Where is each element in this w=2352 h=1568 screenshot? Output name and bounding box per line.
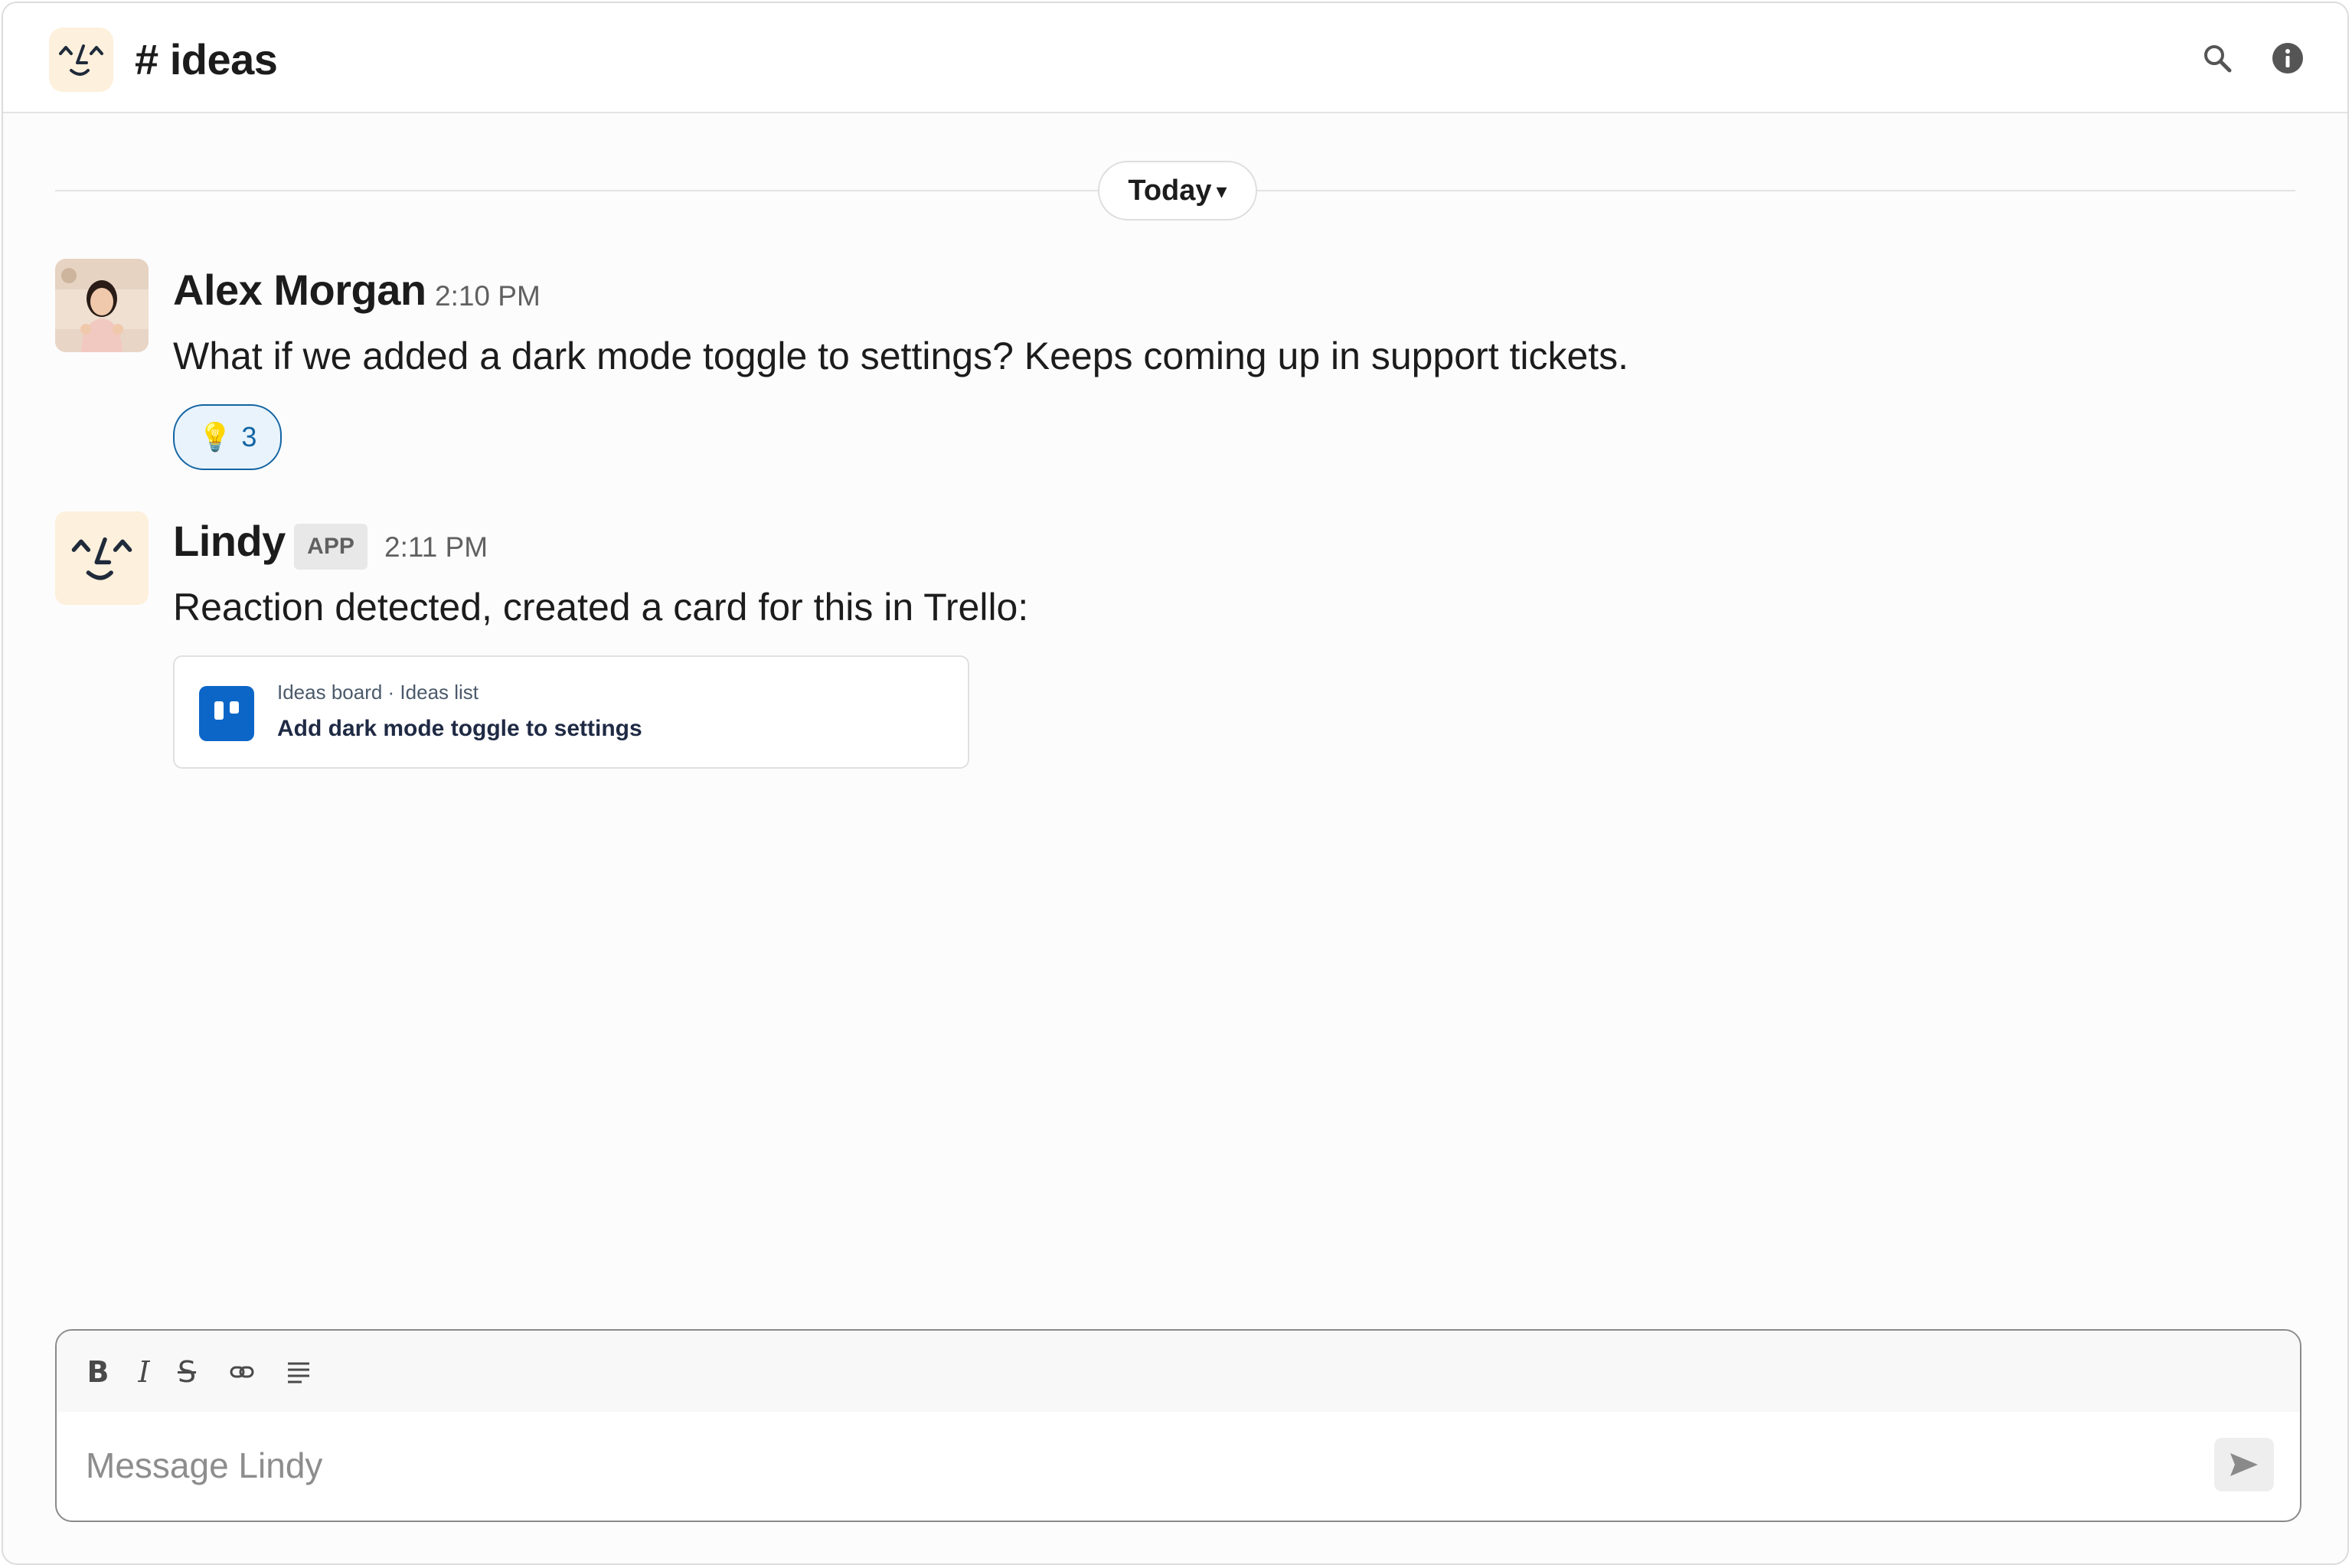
info-icon[interactable] [2269, 40, 2306, 77]
reaction-count: 3 [241, 421, 257, 452]
message-timestamp[interactable]: 2:10 PM [435, 277, 541, 315]
lindy-logo-icon [49, 28, 113, 92]
list-icon[interactable] [283, 1351, 314, 1393]
trello-card-link[interactable]: Ideas board · Ideas list Add dark mode t… [173, 655, 969, 769]
formatting-toolbar: B I S [57, 1331, 2300, 1412]
trello-icon [199, 686, 254, 741]
date-label: Today [1128, 174, 1212, 207]
lightbulb-icon: 💡 [198, 421, 233, 452]
message-input[interactable] [84, 1438, 2200, 1493]
strikethrough-button[interactable]: S [172, 1351, 202, 1393]
app-window: # ideas Today ▾ Alex Morgan 2:10 PM What… [2, 2, 2349, 1565]
message-composer: B I S [55, 1329, 2301, 1522]
message-text: Reaction detected, created a card for th… [173, 586, 1029, 629]
message-text: What if we added a dark mode toggle to s… [173, 335, 1629, 377]
send-button[interactable] [2214, 1438, 2274, 1491]
chevron-down-icon: ▾ [1216, 178, 1227, 203]
search-icon[interactable] [2199, 40, 2236, 77]
send-icon [2230, 1453, 2258, 1476]
lindy-avatar[interactable] [55, 511, 149, 605]
italic-button[interactable]: I [129, 1351, 159, 1393]
channel-title: # ideas [135, 35, 278, 83]
user-avatar[interactable] [55, 259, 149, 352]
channel-header: # ideas [3, 3, 2347, 113]
reaction-lightbulb[interactable]: 💡 3 [173, 404, 282, 470]
card-meta: Ideas board · Ideas list [277, 681, 479, 704]
message-author[interactable]: Alex Morgan [173, 263, 426, 317]
app-badge: APP [294, 524, 368, 570]
link-icon[interactable] [227, 1351, 257, 1393]
message-author[interactable]: Lindy [173, 514, 286, 568]
date-divider-button[interactable]: Today ▾ [1098, 161, 1257, 220]
card-title[interactable]: Add dark mode toggle to settings [277, 712, 642, 746]
bold-button[interactable]: B [83, 1351, 113, 1393]
message-timestamp[interactable]: 2:11 PM [384, 528, 488, 567]
